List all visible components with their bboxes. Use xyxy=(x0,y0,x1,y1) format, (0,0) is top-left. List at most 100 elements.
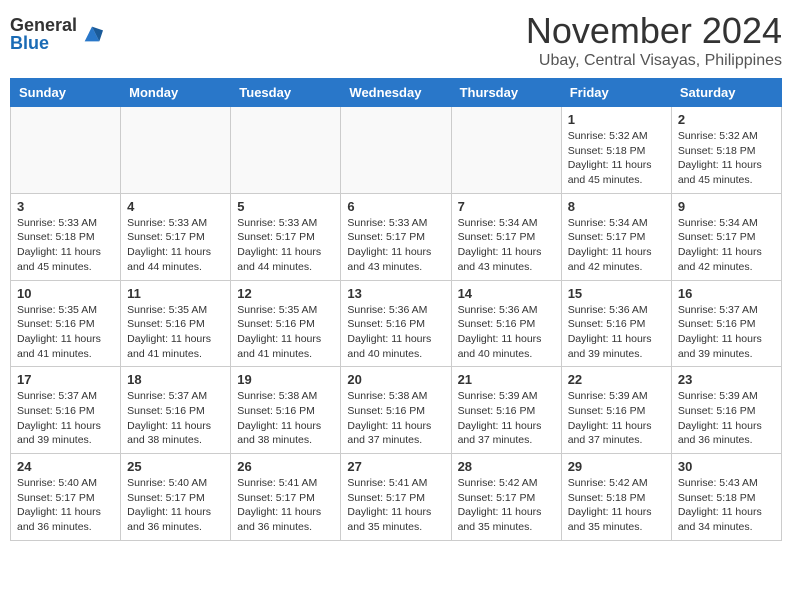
calendar-day-cell: 13 Sunrise: 5:36 AM Sunset: 5:16 PM Dayli… xyxy=(341,280,451,367)
page-header: General Blue November 2024 Ubay, Central… xyxy=(10,10,782,70)
day-number: 16 xyxy=(678,286,775,301)
day-info: Sunrise: 5:37 AM Sunset: 5:16 PM Dayligh… xyxy=(678,303,775,362)
calendar-week-row: 3Sunrise: 5:33 AM Sunset: 5:18 PM Daylig… xyxy=(11,193,782,280)
day-info: Sunrise: 5:39 AM Sunset: 5:16 PM Dayligh… xyxy=(458,389,555,448)
day-info: Sunrise: 5:39 AM Sunset: 5:16 PM Dayligh… xyxy=(568,389,665,448)
calendar-day-cell: 12Sunrise: 5:35 AM Sunset: 5:16 PM Dayli… xyxy=(231,280,341,367)
calendar-day-cell xyxy=(451,107,561,194)
day-info: Sunrise: 5:34 AM Sunset: 5:17 PM Dayligh… xyxy=(568,216,665,275)
logo-general-text: General xyxy=(10,16,77,34)
day-info: Sunrise: 5:37 AM Sunset: 5:16 PM Dayligh… xyxy=(127,389,224,448)
day-number: 4 xyxy=(127,199,224,214)
day-info: Sunrise: 5:42 AM Sunset: 5:17 PM Dayligh… xyxy=(458,476,555,535)
weekday-header: Thursday xyxy=(451,79,561,107)
day-number: 17 xyxy=(17,372,114,387)
day-info: Sunrise: 5:36 AM Sunset: 5:16 PM Dayligh… xyxy=(568,303,665,362)
calendar-day-cell: 20Sunrise: 5:38 AM Sunset: 5:16 PM Dayli… xyxy=(341,367,451,454)
weekday-header: Sunday xyxy=(11,79,121,107)
calendar-day-cell: 11 Sunrise: 5:35 AM Sunset: 5:16 PM Dayli… xyxy=(121,280,231,367)
calendar-day-cell: 22 Sunrise: 5:39 AM Sunset: 5:16 PM Dayli… xyxy=(561,367,671,454)
calendar-day-cell xyxy=(231,107,341,194)
calendar-day-cell: 6 Sunrise: 5:33 AM Sunset: 5:17 PM Daylig… xyxy=(341,193,451,280)
calendar-day-cell: 23 Sunrise: 5:39 AM Sunset: 5:16 PM Dayli… xyxy=(671,367,781,454)
day-number: 25 xyxy=(127,459,224,474)
weekday-header: Monday xyxy=(121,79,231,107)
calendar-day-cell: 30Sunrise: 5:43 AM Sunset: 5:18 PM Dayli… xyxy=(671,454,781,541)
day-number: 22 xyxy=(568,372,665,387)
day-number: 6 xyxy=(347,199,444,214)
calendar-day-cell: 14Sunrise: 5:36 AM Sunset: 5:16 PM Dayli… xyxy=(451,280,561,367)
calendar-day-cell: 17 Sunrise: 5:37 AM Sunset: 5:16 PM Dayli… xyxy=(11,367,121,454)
day-number: 10 xyxy=(17,286,114,301)
day-number: 27 xyxy=(347,459,444,474)
day-info: Sunrise: 5:34 AM Sunset: 5:17 PM Dayligh… xyxy=(678,216,775,275)
logo: General Blue xyxy=(10,16,103,52)
day-info: Sunrise: 5:40 AM Sunset: 5:17 PM Dayligh… xyxy=(17,476,114,535)
day-number: 13 xyxy=(347,286,444,301)
day-number: 18 xyxy=(127,372,224,387)
calendar-day-cell: 27Sunrise: 5:41 AM Sunset: 5:17 PM Dayli… xyxy=(341,454,451,541)
day-number: 12 xyxy=(237,286,334,301)
calendar-day-cell: 16 Sunrise: 5:37 AM Sunset: 5:16 PM Dayli… xyxy=(671,280,781,367)
day-info: Sunrise: 5:32 AM Sunset: 5:18 PM Dayligh… xyxy=(678,129,775,188)
day-info: Sunrise: 5:41 AM Sunset: 5:17 PM Dayligh… xyxy=(237,476,334,535)
logo-blue-text: Blue xyxy=(10,34,77,52)
day-number: 21 xyxy=(458,372,555,387)
day-info: Sunrise: 5:36 AM Sunset: 5:16 PM Dayligh… xyxy=(458,303,555,362)
calendar-day-cell: 7Sunrise: 5:34 AM Sunset: 5:17 PM Daylig… xyxy=(451,193,561,280)
logo-icon xyxy=(81,23,103,45)
weekday-header-row: SundayMondayTuesdayWednesdayThursdayFrid… xyxy=(11,79,782,107)
day-number: 1 xyxy=(568,112,665,127)
weekday-header: Wednesday xyxy=(341,79,451,107)
calendar-day-cell xyxy=(341,107,451,194)
day-info: Sunrise: 5:33 AM Sunset: 5:17 PM Dayligh… xyxy=(347,216,444,275)
day-info: Sunrise: 5:35 AM Sunset: 5:16 PM Dayligh… xyxy=(17,303,114,362)
day-number: 26 xyxy=(237,459,334,474)
day-info: Sunrise: 5:36 AM Sunset: 5:16 PM Dayligh… xyxy=(347,303,444,362)
day-info: Sunrise: 5:38 AM Sunset: 5:16 PM Dayligh… xyxy=(237,389,334,448)
day-number: 9 xyxy=(678,199,775,214)
calendar-day-cell: 26 Sunrise: 5:41 AM Sunset: 5:17 PM Dayli… xyxy=(231,454,341,541)
calendar-day-cell: 15 Sunrise: 5:36 AM Sunset: 5:16 PM Dayli… xyxy=(561,280,671,367)
weekday-header: Friday xyxy=(561,79,671,107)
calendar-day-cell xyxy=(121,107,231,194)
calendar-table: SundayMondayTuesdayWednesdayThursdayFrid… xyxy=(10,78,782,541)
calendar-day-cell: 10 Sunrise: 5:35 AM Sunset: 5:16 PM Dayli… xyxy=(11,280,121,367)
weekday-header: Saturday xyxy=(671,79,781,107)
location-subtitle: Ubay, Central Visayas, Philippines xyxy=(526,52,782,70)
month-title: November 2024 xyxy=(526,10,782,52)
day-number: 30 xyxy=(678,459,775,474)
day-number: 23 xyxy=(678,372,775,387)
title-area: November 2024 Ubay, Central Visayas, Phi… xyxy=(526,10,782,70)
calendar-day-cell: 18 Sunrise: 5:37 AM Sunset: 5:16 PM Dayli… xyxy=(121,367,231,454)
day-info: Sunrise: 5:33 AM Sunset: 5:18 PM Dayligh… xyxy=(17,216,114,275)
day-info: Sunrise: 5:35 AM Sunset: 5:16 PM Dayligh… xyxy=(127,303,224,362)
calendar-day-cell: 2 Sunrise: 5:32 AM Sunset: 5:18 PM Daylig… xyxy=(671,107,781,194)
calendar-day-cell: 1 Sunrise: 5:32 AM Sunset: 5:18 PM Daylig… xyxy=(561,107,671,194)
day-number: 20 xyxy=(347,372,444,387)
calendar-week-row: 17 Sunrise: 5:37 AM Sunset: 5:16 PM Dayli… xyxy=(11,367,782,454)
weekday-header: Tuesday xyxy=(231,79,341,107)
calendar-day-cell: 3Sunrise: 5:33 AM Sunset: 5:18 PM Daylig… xyxy=(11,193,121,280)
day-info: Sunrise: 5:33 AM Sunset: 5:17 PM Dayligh… xyxy=(237,216,334,275)
calendar-day-cell: 24Sunrise: 5:40 AM Sunset: 5:17 PM Dayli… xyxy=(11,454,121,541)
calendar-day-cell: 8 Sunrise: 5:34 AM Sunset: 5:17 PM Daylig… xyxy=(561,193,671,280)
calendar-day-cell: 21 Sunrise: 5:39 AM Sunset: 5:16 PM Dayli… xyxy=(451,367,561,454)
calendar-day-cell: 29Sunrise: 5:42 AM Sunset: 5:18 PM Dayli… xyxy=(561,454,671,541)
day-info: Sunrise: 5:42 AM Sunset: 5:18 PM Dayligh… xyxy=(568,476,665,535)
day-number: 15 xyxy=(568,286,665,301)
day-info: Sunrise: 5:37 AM Sunset: 5:16 PM Dayligh… xyxy=(17,389,114,448)
calendar-day-cell: 9 Sunrise: 5:34 AM Sunset: 5:17 PM Daylig… xyxy=(671,193,781,280)
day-number: 8 xyxy=(568,199,665,214)
day-number: 2 xyxy=(678,112,775,127)
day-info: Sunrise: 5:40 AM Sunset: 5:17 PM Dayligh… xyxy=(127,476,224,535)
calendar-day-cell: 25 Sunrise: 5:40 AM Sunset: 5:17 PM Dayli… xyxy=(121,454,231,541)
day-info: Sunrise: 5:39 AM Sunset: 5:16 PM Dayligh… xyxy=(678,389,775,448)
day-info: Sunrise: 5:32 AM Sunset: 5:18 PM Dayligh… xyxy=(568,129,665,188)
calendar-week-row: 1 Sunrise: 5:32 AM Sunset: 5:18 PM Daylig… xyxy=(11,107,782,194)
calendar-day-cell: 4 Sunrise: 5:33 AM Sunset: 5:17 PM Daylig… xyxy=(121,193,231,280)
calendar-day-cell xyxy=(11,107,121,194)
calendar-day-cell: 5Sunrise: 5:33 AM Sunset: 5:17 PM Daylig… xyxy=(231,193,341,280)
day-info: Sunrise: 5:33 AM Sunset: 5:17 PM Dayligh… xyxy=(127,216,224,275)
day-number: 11 xyxy=(127,286,224,301)
